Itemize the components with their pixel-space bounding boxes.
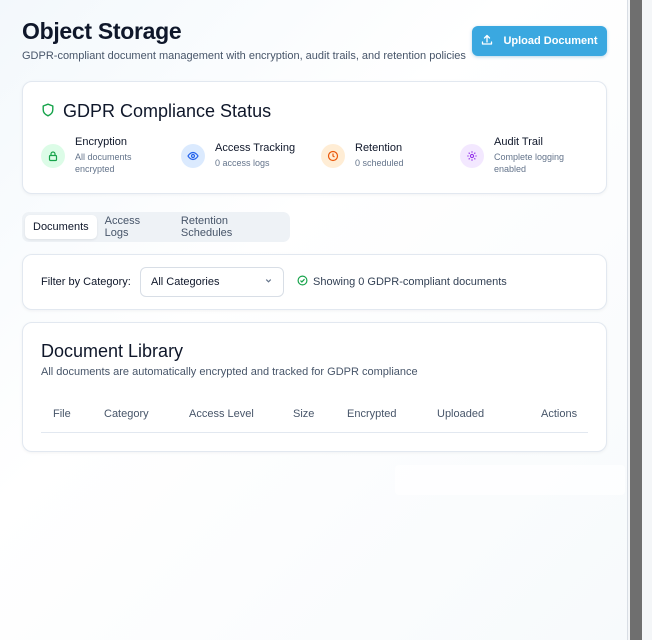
tab-retention-schedules[interactable]: Retention Schedules bbox=[173, 215, 287, 239]
column-header-file[interactable]: File bbox=[53, 408, 71, 420]
lock-icon bbox=[41, 144, 65, 168]
status-desc-line: enabled bbox=[494, 164, 527, 174]
column-header-access-level[interactable]: Access Level bbox=[189, 408, 254, 420]
column-header-category[interactable]: Category bbox=[104, 408, 149, 420]
status-retention: Retention 0 scheduled bbox=[321, 136, 404, 169]
status-name: Access Tracking bbox=[215, 142, 296, 154]
clock-icon bbox=[321, 144, 345, 168]
upload-icon bbox=[481, 34, 493, 49]
page-header: Object Storage GDPR-compliant document m… bbox=[22, 18, 607, 62]
scrollbar[interactable] bbox=[630, 0, 642, 640]
page: Object Storage GDPR-compliant document m… bbox=[0, 0, 628, 640]
status-name: Audit Trail bbox=[494, 136, 543, 148]
category-select-value: All Categories bbox=[151, 276, 220, 288]
column-header-encrypted[interactable]: Encrypted bbox=[347, 408, 397, 420]
status-desc: 0 access logs bbox=[215, 158, 270, 168]
column-header-size[interactable]: Size bbox=[293, 408, 314, 420]
status-audit-trail: Audit Trail Complete logging enabled bbox=[460, 136, 564, 175]
status-desc-line: Complete logging bbox=[494, 152, 565, 162]
compliance-title-text: GDPR Compliance Status bbox=[63, 101, 272, 121]
library-subtitle: All documents are automatically encrypte… bbox=[41, 366, 418, 378]
filter-info: Showing 0 GDPR-compliant documents bbox=[297, 275, 507, 289]
filter-label: Filter by Category: bbox=[41, 276, 131, 288]
gear-icon bbox=[460, 144, 484, 168]
tab-documents[interactable]: Documents bbox=[25, 215, 97, 239]
filter-info-text: Showing 0 GDPR-compliant documents bbox=[313, 276, 507, 288]
table-header: File Category Access Level Size Encrypte… bbox=[41, 398, 588, 433]
window-edge bbox=[628, 0, 652, 640]
status-access-tracking: Access Tracking 0 access logs bbox=[181, 136, 295, 169]
eye-icon bbox=[181, 144, 205, 168]
tab-access-logs[interactable]: Access Logs bbox=[97, 215, 173, 239]
chevron-down-icon bbox=[264, 276, 273, 288]
check-circle-icon bbox=[297, 275, 308, 289]
status-desc: All documents encrypted bbox=[75, 151, 132, 175]
gdpr-compliance-card: GDPR Compliance Status Encryption All do… bbox=[22, 81, 607, 194]
status-name: Retention bbox=[355, 142, 403, 154]
background-decoration bbox=[395, 465, 625, 495]
status-name: Encryption bbox=[75, 136, 127, 148]
filter-card: Filter by Category: All Categories Showi… bbox=[22, 254, 607, 310]
shield-icon bbox=[41, 101, 55, 122]
library-title: Document Library bbox=[41, 341, 184, 361]
column-header-actions: Actions bbox=[541, 408, 578, 420]
upload-document-button[interactable]: Upload Document bbox=[472, 26, 607, 56]
upload-button-label: Upload Document bbox=[503, 35, 598, 47]
column-header-uploaded[interactable]: Uploaded bbox=[437, 408, 484, 420]
status-desc-line: All documents bbox=[75, 152, 132, 162]
tab-bar: Documents Access Logs Retention Schedule… bbox=[22, 212, 290, 242]
compliance-title: GDPR Compliance Status bbox=[41, 101, 271, 122]
document-library-card: Document Library All documents are autom… bbox=[22, 322, 607, 452]
category-select[interactable]: All Categories bbox=[140, 267, 284, 297]
status-desc-line: encrypted bbox=[75, 164, 115, 174]
status-desc: Complete logging enabled bbox=[494, 151, 564, 175]
status-desc: 0 scheduled bbox=[355, 158, 404, 168]
status-encryption: Encryption All documents encrypted bbox=[41, 136, 132, 175]
